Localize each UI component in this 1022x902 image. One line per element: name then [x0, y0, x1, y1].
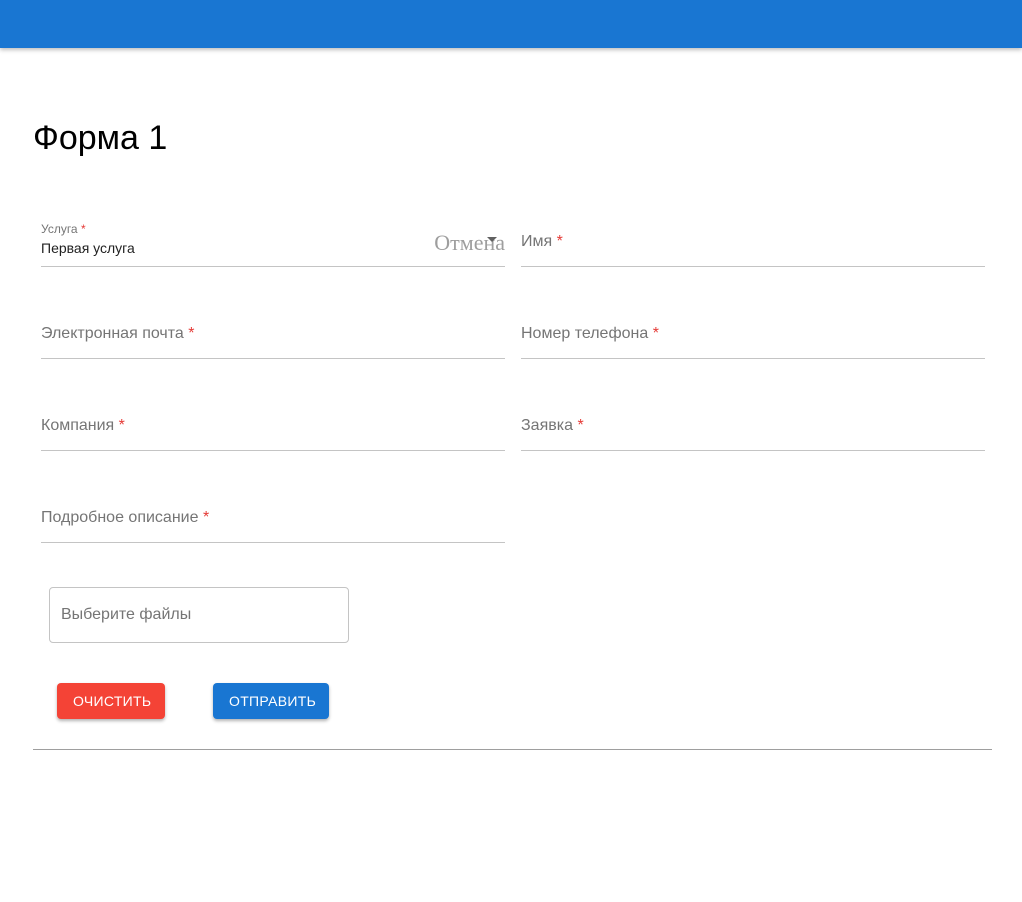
divider [33, 749, 992, 750]
description-label: Подробное описание * [41, 509, 210, 526]
company-label: Компания * [41, 417, 125, 434]
company-field[interactable]: Компания * [41, 395, 505, 451]
required-mark: * [652, 325, 659, 342]
dropdown-arrow-icon[interactable] [487, 237, 497, 242]
email-field[interactable]: Электронная почта * [41, 303, 505, 359]
required-mark: * [556, 233, 563, 250]
page-title: Форма 1 [33, 119, 168, 157]
service-value: Первая услуга [41, 240, 135, 256]
required-mark: * [202, 509, 210, 526]
file-picker[interactable]: Выберите файлы [49, 587, 349, 643]
required-mark: * [188, 325, 195, 342]
email-label: Электронная почта * [41, 325, 195, 342]
app-bar [0, 0, 1022, 48]
service-select[interactable]: Услуга * Первая услуга Отмена [41, 211, 505, 267]
phone-field[interactable]: Номер телефона * [521, 303, 985, 359]
request-field[interactable]: Заявка * [521, 395, 985, 451]
cancel-text[interactable]: Отмена [434, 230, 505, 256]
required-mark: * [118, 417, 125, 434]
name-label: Имя * [521, 233, 563, 250]
description-field[interactable]: Подробное описание * [41, 487, 505, 543]
required-mark: * [577, 417, 584, 434]
clear-button[interactable]: ОЧИСТИТЬ [57, 683, 165, 719]
submit-button[interactable]: ОТПРАВИТЬ [213, 683, 329, 719]
file-picker-label: Выберите файлы [61, 606, 192, 623]
name-field[interactable]: Имя * [521, 211, 985, 267]
phone-label: Номер телефона * [521, 325, 659, 342]
request-label: Заявка * [521, 417, 584, 434]
service-label: Услуга * [41, 222, 86, 236]
required-mark: * [80, 222, 86, 236]
